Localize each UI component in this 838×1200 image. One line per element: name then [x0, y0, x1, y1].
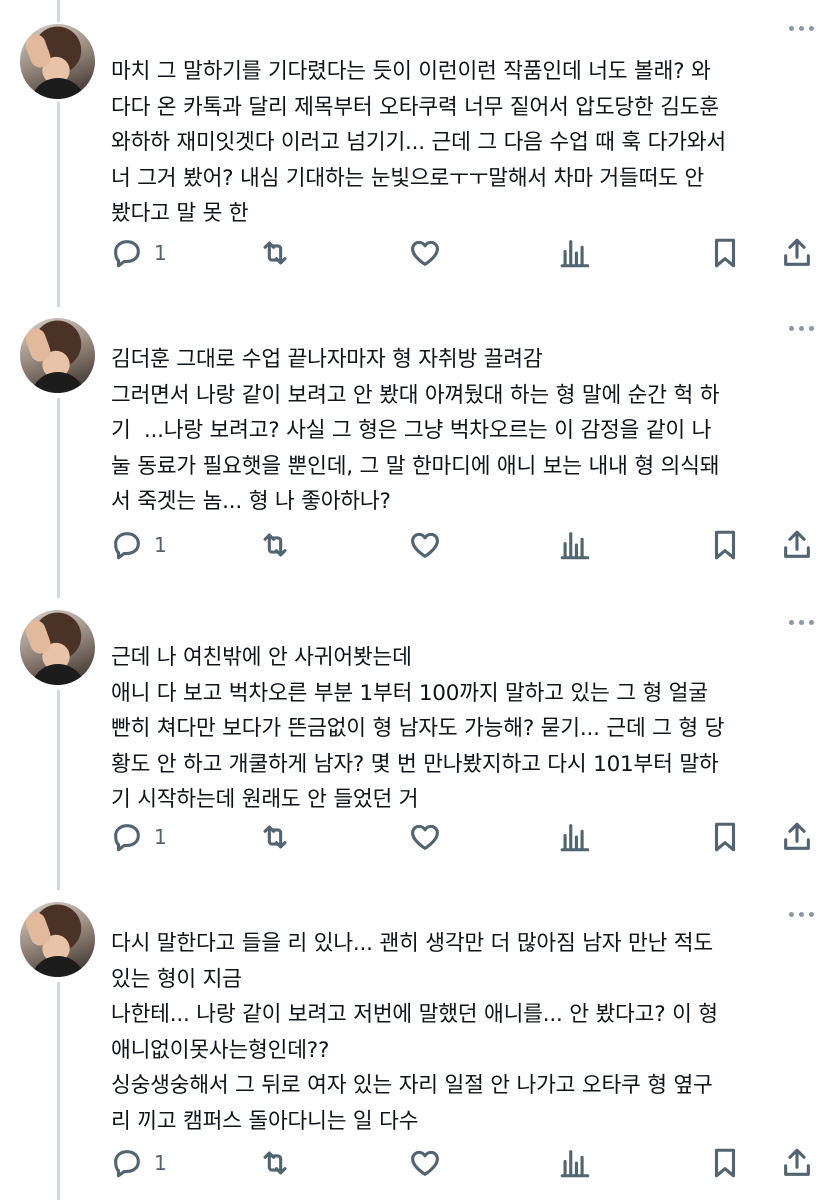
more-icon[interactable]: [789, 326, 814, 331]
tweet[interactable]: 김더훈 그대로 수업 끝나자마자 형 자취방 끌려감 그러면서 나랑 같이 보려고…: [0, 318, 838, 598]
views-button[interactable]: [558, 1146, 592, 1180]
reply-icon: [114, 824, 140, 852]
reply-icon: [114, 240, 140, 268]
retweet-button[interactable]: [258, 1146, 292, 1180]
bookmark-button[interactable]: [708, 528, 742, 562]
reply-button[interactable]: 1: [110, 236, 167, 270]
retweet-icon: [263, 533, 287, 557]
action-bar: 1: [110, 528, 820, 568]
tweet[interactable]: 마치 그 말하기를 기다렸다는 듯이 이런이런 작품인데 너도 볼래? 와 다다 …: [0, 24, 838, 304]
retweet-icon: [263, 241, 287, 265]
share-button[interactable]: [780, 1146, 814, 1180]
thread-line: [57, 0, 60, 22]
reply-count: 1: [154, 825, 167, 849]
tweet-text: 마치 그 말하기를 기다렸다는 듯이 이런이런 작품인데 너도 볼래? 와 다다 …: [111, 59, 726, 226]
tweet-text: 근데 나 여친밖에 안 사귀어봣는데 애니 다 보고 벅차오른 부분 1부터 10…: [111, 645, 725, 812]
views-icon: [560, 240, 590, 268]
reply-button[interactable]: 1: [110, 820, 167, 854]
share-button[interactable]: [780, 236, 814, 270]
views-icon: [560, 1150, 590, 1178]
action-bar: 1: [110, 1146, 820, 1186]
views-button[interactable]: [558, 820, 592, 854]
share-button[interactable]: [780, 820, 814, 854]
like-button[interactable]: [408, 1146, 442, 1180]
bookmark-icon: [714, 1148, 736, 1178]
tweet-text: 김더훈 그대로 수업 끝나자마자 형 자취방 끌려감 그러면서 나랑 같이 보려고…: [111, 347, 720, 514]
retweet-button[interactable]: [258, 820, 292, 854]
more-icon[interactable]: [789, 620, 814, 625]
like-button[interactable]: [408, 236, 442, 270]
avatar[interactable]: [20, 24, 95, 99]
reply-icon: [114, 1150, 140, 1178]
share-icon: [784, 822, 810, 850]
retweet-button[interactable]: [258, 528, 292, 562]
bookmark-button[interactable]: [708, 820, 742, 854]
reply-count: 1: [154, 241, 167, 265]
reply-button[interactable]: 1: [110, 528, 167, 562]
reply-icon: [114, 532, 140, 560]
heart-icon: [411, 532, 439, 558]
tweet-text: 다시 말한다고 들을 리 있나... 괜히 생각만 더 많아짐 남자 만난 적도…: [111, 931, 718, 1134]
views-button[interactable]: [558, 236, 592, 270]
bookmark-button[interactable]: [708, 236, 742, 270]
reply-button[interactable]: 1: [110, 1146, 167, 1180]
avatar[interactable]: [20, 318, 95, 393]
more-icon[interactable]: [789, 912, 814, 917]
share-icon: [784, 530, 810, 558]
views-button[interactable]: [558, 528, 592, 562]
reply-count: 1: [154, 1151, 167, 1175]
tweet[interactable]: 근데 나 여친밖에 안 사귀어봣는데 애니 다 보고 벅차오른 부분 1부터 10…: [0, 610, 838, 890]
share-button[interactable]: [780, 528, 814, 562]
action-bar: 1: [110, 236, 820, 276]
tweet[interactable]: 다시 말한다고 들을 리 있나... 괜히 생각만 더 많아짐 남자 만난 적도…: [0, 902, 838, 1200]
heart-icon: [411, 1150, 439, 1176]
like-button[interactable]: [408, 820, 442, 854]
bookmark-icon: [714, 238, 736, 268]
like-button[interactable]: [408, 528, 442, 562]
share-icon: [784, 1148, 810, 1176]
share-icon: [784, 238, 810, 266]
retweet-icon: [263, 1151, 287, 1175]
bookmark-button[interactable]: [708, 1146, 742, 1180]
avatar[interactable]: [20, 610, 95, 685]
views-icon: [560, 532, 590, 560]
heart-icon: [411, 824, 439, 850]
more-icon[interactable]: [789, 26, 814, 31]
retweet-button[interactable]: [258, 236, 292, 270]
retweet-icon: [263, 825, 287, 849]
bookmark-icon: [714, 822, 736, 852]
views-icon: [560, 824, 590, 852]
heart-icon: [411, 240, 439, 266]
reply-count: 1: [154, 533, 167, 557]
bookmark-icon: [714, 530, 736, 560]
action-bar: 1: [110, 820, 820, 860]
avatar[interactable]: [20, 902, 95, 977]
